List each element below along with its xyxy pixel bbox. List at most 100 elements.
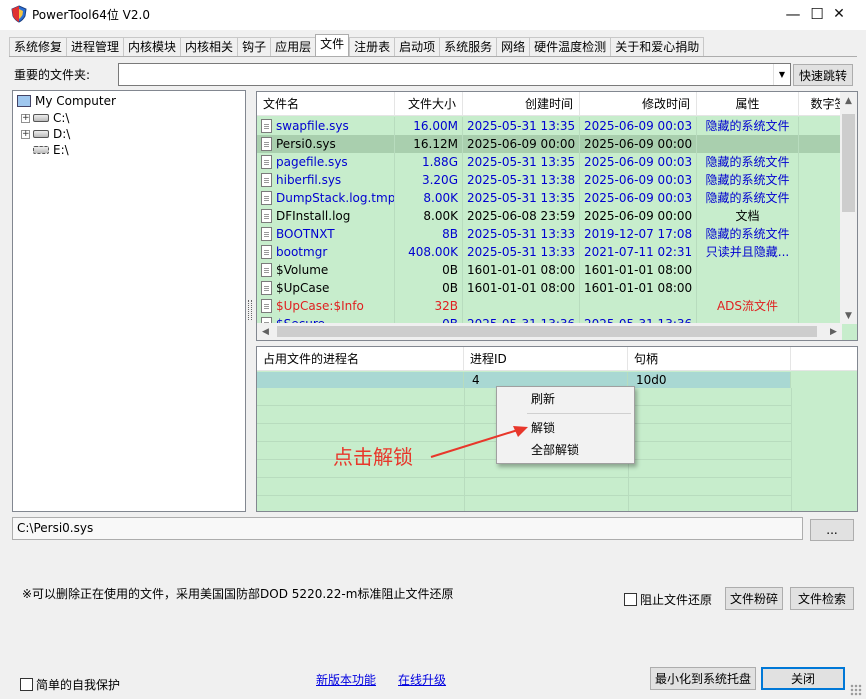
tab-kernel-related[interactable]: 内核相关 <box>180 37 238 57</box>
file-shred-button[interactable]: 文件粉碎 <box>725 587 783 610</box>
tab-hardware-temp[interactable]: 硬件温度检测 <box>529 37 611 57</box>
file-icon <box>261 299 272 313</box>
menu-item-refresh[interactable]: 刷新 <box>498 388 633 410</box>
file-size-cell: 1.88G <box>395 153 463 171</box>
file-signature-cell <box>799 261 842 279</box>
tab-kernel-modules[interactable]: 内核模块 <box>123 37 181 57</box>
checkbox-label: 阻止文件还原 <box>640 593 713 607</box>
expand-icon[interactable]: + <box>21 129 30 139</box>
file-list[interactable]: 文件名 文件大小 创建时间 修改时间 属性 数字签 swapfile.sys 16… <box>256 91 858 341</box>
file-list-horizontal-scrollbar[interactable]: ◀ ▶ <box>257 323 842 340</box>
file-name-text: $UpCase <box>276 281 330 295</box>
tab-startup[interactable]: 启动项 <box>394 37 440 57</box>
browse-button[interactable]: ... <box>810 519 854 541</box>
file-created-cell: 2025-05-31 13:33 <box>463 243 580 261</box>
tab-divider <box>9 56 857 57</box>
file-attribute-cell: 隐藏的系统文件 <box>697 225 799 243</box>
column-header-size[interactable]: 文件大小 <box>395 92 463 116</box>
column-header-attributes[interactable]: 属性 <box>697 92 799 116</box>
self-protect-checkbox[interactable]: 简单的自我保护 <box>20 676 120 693</box>
resize-grip-icon[interactable] <box>850 684 862 696</box>
file-name-cell: Persi0.sys <box>257 135 395 153</box>
scroll-right-icon[interactable]: ▶ <box>825 323 842 340</box>
selected-path-field[interactable]: C:\Persi0.sys <box>12 517 803 540</box>
file-attribute-cell: 隐藏的系统文件 <box>697 153 799 171</box>
online-upgrade-link[interactable]: 在线升级 <box>398 671 446 688</box>
tree-node-drive-c[interactable]: + C:\ <box>21 110 69 126</box>
drive-tree[interactable]: My Computer + C:\ + D:\ E:\ <box>12 90 246 512</box>
file-search-button[interactable]: 文件检索 <box>790 587 854 610</box>
file-icon <box>261 191 272 205</box>
scroll-thumb[interactable] <box>842 114 855 212</box>
file-row[interactable]: Persi0.sys 16.12M 2025-06-09 00:00 2025-06-… <box>257 135 842 153</box>
column-header-handle[interactable]: 句柄 <box>628 347 791 371</box>
file-modified-cell: 1601-01-01 08:00 <box>580 279 697 297</box>
close-window-button[interactable]: ✕ <box>816 0 862 28</box>
file-list-header: 文件名 文件大小 创建时间 修改时间 属性 数字签 <box>257 92 857 116</box>
file-row[interactable]: swapfile.sys 16.00M 2025-05-31 13:35 2025-0… <box>257 117 842 135</box>
file-attribute-cell: 只读并且隐藏... <box>697 243 799 261</box>
file-row[interactable]: pagefile.sys 1.88G 2025-05-31 13:35 2025-06… <box>257 153 842 171</box>
tree-node-drive-e[interactable]: E:\ <box>33 142 69 158</box>
new-features-link[interactable]: 新版本功能 <box>316 671 376 688</box>
tab-files[interactable]: 文件 <box>315 34 350 57</box>
scroll-up-icon[interactable]: ▲ <box>840 92 857 109</box>
tree-node-drive-d[interactable]: + D:\ <box>21 126 70 142</box>
hard-drive-icon <box>33 130 49 138</box>
file-row[interactable]: $Volume 0B 1601-01-01 08:00 1601-01-01 08:0… <box>257 261 842 279</box>
prevent-restore-checkbox[interactable]: 阻止文件还原 <box>624 591 712 608</box>
tab-about-donate[interactable]: 关于和爱心捐助 <box>610 37 705 57</box>
column-header-pid[interactable]: 进程ID <box>464 347 628 371</box>
file-modified-cell: 2025-06-09 00:03 <box>580 189 697 207</box>
column-header-filename[interactable]: 文件名 <box>257 92 395 116</box>
file-name-text: bootmgr <box>276 245 328 259</box>
file-icon <box>261 227 272 241</box>
file-name-text: BOOTNXT <box>276 227 335 241</box>
tab-process-manager[interactable]: 进程管理 <box>66 37 124 57</box>
file-row[interactable]: hiberfil.sys 3.20G 2025-05-31 13:38 2025-06… <box>257 171 842 189</box>
dropdown-arrow-icon[interactable]: ▼ <box>773 64 790 85</box>
scroll-left-icon[interactable]: ◀ <box>257 323 274 340</box>
file-row[interactable]: BOOTNXT 8B 2025-05-31 13:33 2019-12-07 17:0… <box>257 225 842 243</box>
quick-jump-button[interactable]: 快速跳转 <box>793 64 853 86</box>
minimize-to-tray-button[interactable]: 最小化到系统托盘 <box>650 667 756 690</box>
file-created-cell: 2025-05-31 13:38 <box>463 171 580 189</box>
tab-hooks[interactable]: 钩子 <box>237 37 271 57</box>
tab-network[interactable]: 网络 <box>496 37 530 57</box>
file-list-vertical-scrollbar[interactable]: ▲ ▼ <box>840 92 857 324</box>
file-row[interactable]: DumpStack.log.tmp 8.00K 2025-05-31 13:35 20… <box>257 189 842 207</box>
scroll-down-icon[interactable]: ▼ <box>840 307 857 324</box>
file-signature-cell <box>799 207 842 225</box>
checkbox-box[interactable] <box>20 678 33 691</box>
file-row[interactable]: $UpCase 0B 1601-01-01 08:00 1601-01-01 08:0… <box>257 279 842 297</box>
file-row[interactable]: $UpCase:$Info 32B ADS流文件 <box>257 297 842 315</box>
file-row[interactable]: DFInstall.log 8.00K 2025-06-08 23:59 2025-0… <box>257 207 842 225</box>
file-name-cell: pagefile.sys <box>257 153 395 171</box>
tab-registry[interactable]: 注册表 <box>349 37 395 57</box>
file-modified-cell: 2019-12-07 17:08 <box>580 225 697 243</box>
checkbox-box[interactable] <box>624 593 637 606</box>
scroll-thumb[interactable] <box>277 326 817 337</box>
tab-app-layer[interactable]: 应用层 <box>270 37 316 57</box>
favorites-combobox[interactable]: ▼ <box>118 63 791 86</box>
file-name-text: DumpStack.log.tmp <box>276 191 395 205</box>
expand-icon[interactable]: + <box>21 113 30 123</box>
file-size-cell: 408.00K <box>395 243 463 261</box>
tab-system-repair[interactable]: 系统修复 <box>9 37 67 57</box>
file-signature-cell <box>799 279 842 297</box>
file-icon <box>261 155 272 169</box>
tab-system-services[interactable]: 系统服务 <box>439 37 497 57</box>
column-header-process-name[interactable]: 占用文件的进程名 <box>257 347 464 371</box>
file-name-cell: DFInstall.log <box>257 207 395 225</box>
column-header-modified[interactable]: 修改时间 <box>580 92 697 116</box>
panel-splitter[interactable] <box>248 300 252 320</box>
file-row[interactable]: bootmgr 408.00K 2025-05-31 13:33 2021-07-11… <box>257 243 842 261</box>
tree-node-my-computer[interactable]: My Computer <box>17 93 116 109</box>
file-attribute-cell: ADS流文件 <box>697 297 799 315</box>
close-button[interactable]: 关闭 <box>761 667 845 690</box>
menu-separator <box>527 413 631 414</box>
column-header-created[interactable]: 创建时间 <box>463 92 580 116</box>
file-signature-cell <box>799 225 842 243</box>
file-icon <box>261 245 272 259</box>
tree-node-label: C:\ <box>53 111 70 125</box>
